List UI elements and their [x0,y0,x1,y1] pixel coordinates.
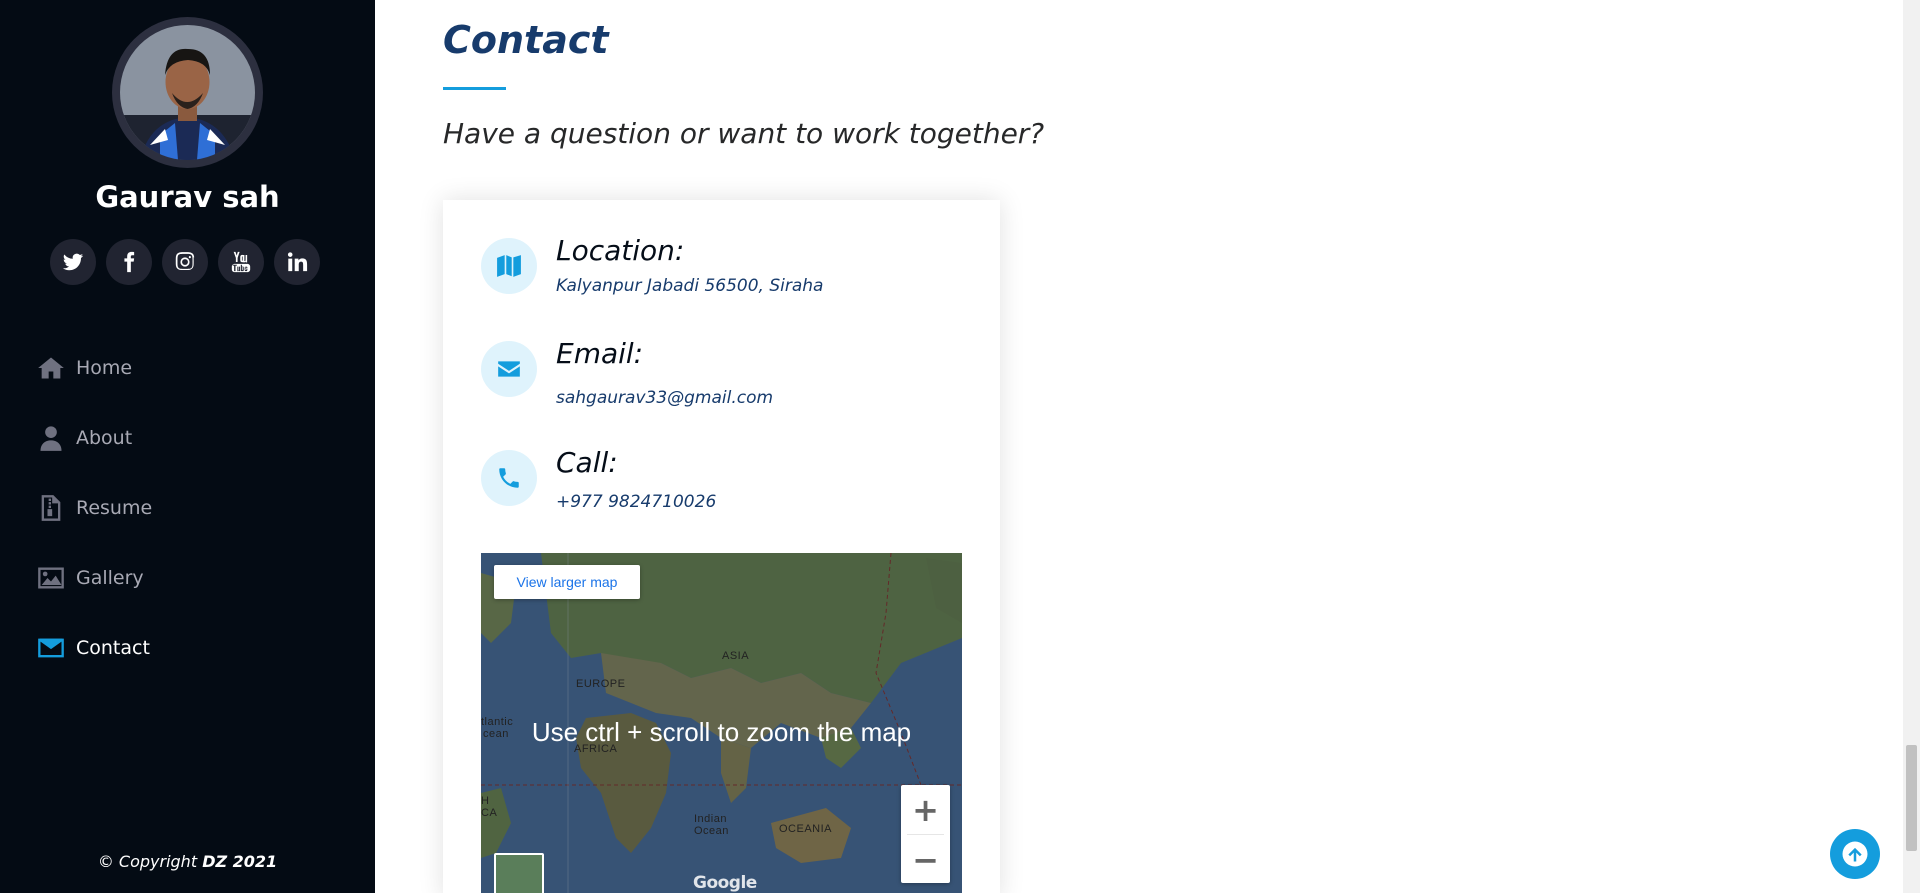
arrow-up-circle-icon [1842,841,1868,867]
map-label-indian-ocean-1: Indian [694,813,727,825]
youtube-icon [231,251,251,273]
sidebar: Gaurav sah Home About Resume Gallery Con… [0,0,375,893]
nav-label: Home [76,357,133,379]
facebook-icon [124,251,135,273]
nav-item-contact[interactable]: Contact [36,613,152,683]
email-heading: Email: [556,337,644,370]
section-subtitle: Have a question or want to work together… [443,117,1045,150]
facebook-link[interactable] [106,239,152,285]
nav-label: Resume [76,497,153,519]
google-logo: Google [693,873,757,893]
file-icon [36,493,66,523]
main-content: Contact Have a question or want to work … [375,0,1903,893]
envelope-icon [481,341,537,397]
map-label-oceania: OCEANIA [779,823,833,835]
location-heading: Location: [556,234,685,267]
map-label-na-1: H [481,795,490,807]
social-links [50,239,320,285]
instagram-link[interactable] [162,239,208,285]
map-label-europe: EUROPE [576,678,626,690]
nav-item-home[interactable]: Home [36,333,152,403]
nav-label: Gallery [76,567,144,589]
map-zoom-hint: Use ctrl + scroll to zoom the map [531,717,912,747]
nav-item-resume[interactable]: Resume [36,473,152,543]
scrollbar-thumb[interactable] [1906,745,1917,851]
linkedin-icon [287,252,308,272]
youtube-link[interactable] [218,239,264,285]
zoom-in-button[interactable]: + [901,785,950,834]
image-icon [36,563,66,593]
copyright-brand: DZ 2021 [202,852,278,871]
copyright: © Copyright DZ 2021 [0,852,375,871]
nav-label: Contact [76,637,150,659]
copyright-prefix: © Copyright [97,852,203,871]
google-map[interactable]: ASIA EUROPE AFRICA OCEANIA Indian Ocean … [481,553,962,893]
zoom-out-button[interactable]: − [901,835,950,884]
map-zoom-controls: + − [901,785,950,883]
phone-icon [481,450,537,506]
title-underline [443,87,506,90]
contact-info-card: Location: Kalyanpur Jabadi 56500, Siraha… [443,200,1000,893]
twitter-icon [62,253,84,271]
call-heading: Call: [556,446,618,479]
twitter-link[interactable] [50,239,96,285]
map-label-indian-ocean-2: Ocean [694,825,729,837]
email-value[interactable]: sahgaurav33@gmail.com [556,388,773,408]
home-icon [36,353,66,383]
nav-item-about[interactable]: About [36,403,152,473]
map-layer-toggle[interactable] [494,853,544,893]
nav-label: About [76,427,133,449]
map-label-na-2: CA [481,807,498,819]
call-value[interactable]: +977 9824710026 [556,492,716,512]
nav-item-gallery[interactable]: Gallery [36,543,152,613]
location-value: Kalyanpur Jabadi 56500, Siraha [556,276,824,296]
instagram-icon [175,252,195,271]
main-nav: Home About Resume Gallery Contact [36,333,152,683]
map-icon [481,238,537,294]
avatar [112,17,263,168]
linkedin-link[interactable] [274,239,320,285]
profile-photo [120,25,255,160]
view-larger-map-link[interactable]: View larger map [494,565,640,599]
profile-name: Gaurav sah [95,180,280,214]
envelope-icon [36,633,66,663]
back-to-top-button[interactable] [1830,829,1880,879]
user-icon [36,423,66,453]
map-label-asia: ASIA [722,650,750,662]
section-title: Contact [443,18,609,62]
page-scrollbar[interactable] [1903,0,1920,893]
